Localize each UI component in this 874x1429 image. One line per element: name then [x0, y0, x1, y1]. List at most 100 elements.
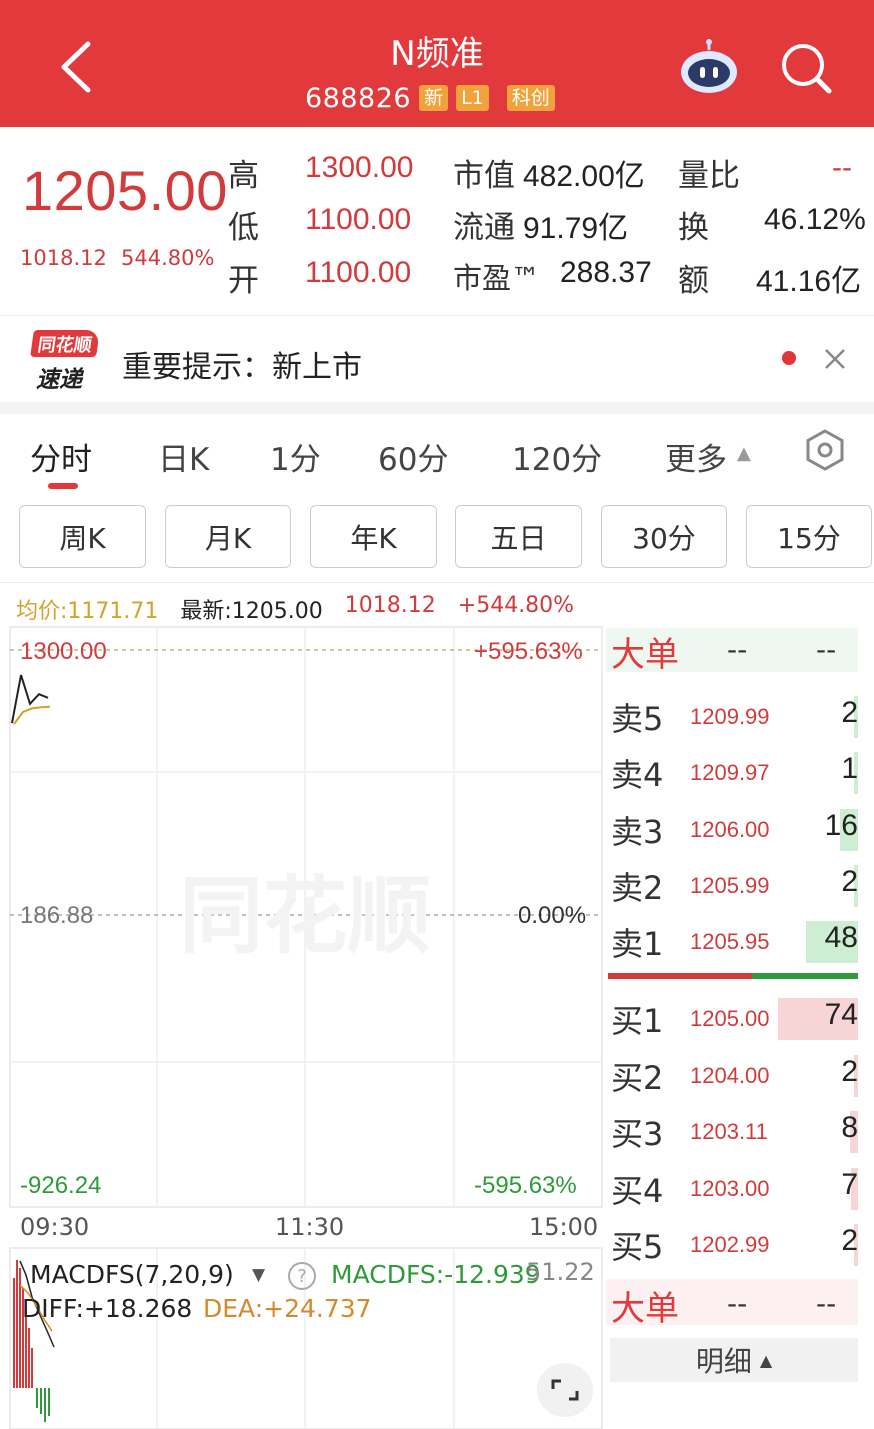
big-order-value: --: [727, 633, 748, 666]
subtab-monthly-k[interactable]: 月K: [165, 505, 291, 568]
help-icon[interactable]: ?: [288, 1262, 316, 1290]
tab-1min[interactable]: 1分: [270, 434, 321, 479]
divider: [0, 315, 874, 316]
close-icon[interactable]: [822, 346, 848, 372]
bid-level-volume: 7: [841, 1168, 858, 1201]
low-label: 低: [228, 210, 259, 246]
expand-icon[interactable]: [537, 1363, 593, 1417]
macd-bar-negative: [40, 1388, 42, 1414]
market-cap-value: 482.00亿: [523, 160, 645, 193]
ths-express-logo: 同花顺 速递: [28, 330, 100, 393]
big-order-label: 大单: [611, 635, 679, 675]
ask-level-volume: 16: [824, 809, 858, 842]
low-value: 1100.00: [305, 203, 412, 236]
price-line: [11, 674, 49, 724]
tab-more[interactable]: 更多: [665, 434, 727, 479]
ask-level-price: 1205.95: [690, 929, 770, 954]
robot-assistant-icon[interactable]: [678, 38, 740, 96]
subtab-15min[interactable]: 15分: [746, 505, 872, 568]
tab-120min[interactable]: 120分: [512, 434, 602, 479]
bid-level-label: 买1: [611, 1002, 664, 1040]
ask-level-label: 卖2: [611, 869, 664, 907]
info-change: 1018.12: [344, 593, 436, 618]
ask-level-volume: 48: [824, 921, 858, 954]
amount-value: 41.16亿: [756, 265, 862, 298]
tab-60min[interactable]: 60分: [378, 434, 448, 479]
bid-level-price: 1203.00: [690, 1176, 770, 1201]
big-order-value: --: [816, 1287, 837, 1320]
high-value: 1300.00: [305, 151, 414, 184]
watermark-text: 同花顺: [179, 867, 431, 965]
bid-level-label: 买3: [611, 1115, 664, 1153]
ask-level-volume: 1: [841, 752, 858, 785]
last-price: 最新:1205.00: [180, 599, 323, 624]
divider: [0, 582, 874, 583]
level1-tag: L1: [456, 85, 489, 111]
big-order-value: --: [816, 633, 837, 666]
bid-level-label: 买5: [611, 1228, 664, 1266]
section-separator: [0, 402, 874, 414]
subtab-30min[interactable]: 30分: [601, 505, 727, 568]
macd-bar-positive: [28, 1328, 30, 1388]
pct-axis-mid-label: 0.00%: [518, 902, 587, 929]
detail-tab[interactable]: 明细 ▲: [610, 1338, 858, 1382]
chart-info-line: 均价:1171.71 最新:1205.00 1018.12 +544.80%: [16, 593, 574, 625]
big-order-label: 大单: [611, 1289, 679, 1329]
top-bar: N频准 688826 新 L1 科创: [0, 0, 874, 127]
market-cap-label: 市值: [453, 158, 515, 194]
triangle-up-icon: ▲: [737, 443, 751, 464]
bid-level-price: 1202.99: [690, 1232, 770, 1257]
volume-ratio-label: 量比: [678, 158, 740, 194]
macd-indicator-selector[interactable]: MACDFS(7,20,9): [30, 1260, 234, 1289]
macd-bar-negative: [44, 1388, 46, 1422]
volume-ratio-value: --: [832, 151, 852, 184]
high-label: 高: [228, 158, 259, 194]
info-change-pct: +544.80%: [457, 593, 575, 618]
open-value: 1100.00: [305, 256, 412, 289]
dropdown-triangle-icon[interactable]: ▼: [252, 1265, 265, 1285]
tab-intraday[interactable]: 分时: [30, 434, 92, 479]
ask-level-label: 卖5: [611, 700, 664, 738]
avg-price-line: [13, 705, 51, 725]
macd-bar-positive: [16, 1260, 18, 1388]
time-label-end: 15:00: [529, 1213, 599, 1241]
stock-name: N频准: [390, 34, 484, 74]
notice-text[interactable]: 重要提示：新上市: [122, 342, 362, 386]
y-axis-top-label: 1300.00: [20, 638, 107, 665]
bid-level-price: 1204.00: [690, 1063, 770, 1088]
bid-level-volume: 8: [841, 1111, 858, 1144]
search-icon[interactable]: [778, 40, 834, 96]
subtab-yearly-k[interactable]: 年K: [310, 505, 437, 568]
stock-code: 688826: [305, 82, 412, 114]
bid-level-price: 1205.00: [690, 1006, 770, 1031]
new-listing-tag: 新: [419, 85, 449, 111]
macd-bar-positive: [31, 1348, 33, 1388]
macd-bar-negative: [48, 1388, 50, 1416]
time-label-start: 09:30: [20, 1213, 90, 1241]
ask-level-price: 1209.97: [690, 760, 770, 785]
subtab-weekly-k[interactable]: 周K: [19, 505, 146, 568]
detail-label: 明细: [695, 1345, 752, 1378]
macd-bar-negative: [36, 1388, 38, 1408]
avg-price: 均价:1171.71: [16, 599, 159, 624]
macd-axis-top: 51.22: [526, 1258, 595, 1286]
bid-level-volume: 2: [841, 1224, 858, 1257]
star-market-tag: 科创: [506, 85, 555, 111]
ask-level-label: 卖1: [611, 925, 664, 963]
tab-daily-k[interactable]: 日K: [158, 434, 209, 479]
time-label-mid: 11:30: [275, 1213, 345, 1241]
turnover-value: 46.12%: [764, 203, 866, 236]
macdfs-value: MACDFS:-12.939: [331, 1260, 541, 1289]
bid-strength-bar: [608, 973, 752, 979]
bid-level-label: 买2: [611, 1059, 664, 1097]
float-cap-value: 91.79亿: [523, 212, 629, 245]
settings-hexagon-icon[interactable]: [803, 428, 847, 472]
stock-code-line: 688826 新 L1 科创: [305, 82, 555, 114]
ask-level-volume: 2: [841, 865, 858, 898]
active-tab-indicator: [48, 483, 78, 489]
float-cap-label: 流通: [453, 210, 515, 246]
subtab-five-day[interactable]: 五日: [455, 505, 582, 568]
unread-dot: [782, 351, 796, 365]
bid-level-label: 买4: [611, 1172, 664, 1210]
triangle-up-icon: ▲: [759, 1350, 773, 1370]
